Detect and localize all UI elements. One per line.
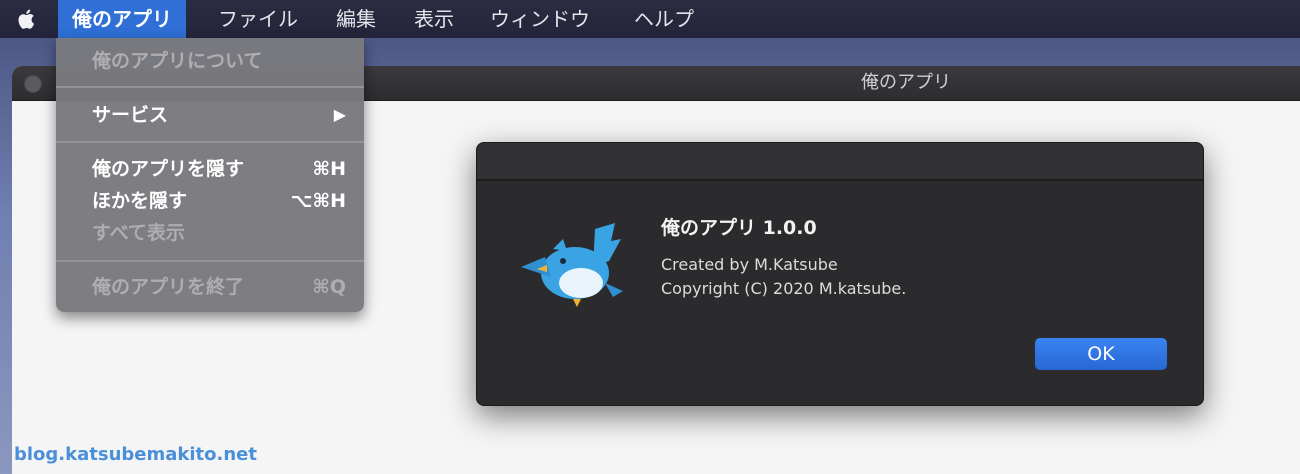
menu-help[interactable]: ヘルプ: [620, 0, 708, 38]
dialog-titlebar[interactable]: [477, 143, 1203, 181]
app-menu-dropdown: 俺のアプリについて サービス ▶ 俺のアプリを隠す ⌘H ほかを隠す ⌥⌘H す…: [56, 38, 364, 312]
submenu-arrow-icon: ▶: [333, 105, 346, 124]
about-dialog: 俺のアプリ 1.0.0 Created by M.Katsube Copyrig…: [476, 142, 1204, 406]
menu-view[interactable]: 表示: [400, 0, 468, 38]
menu-separator: [56, 86, 364, 88]
dialog-title: 俺のアプリ 1.0.0: [661, 217, 817, 239]
menu-window[interactable]: ウィンドウ: [476, 0, 604, 38]
menu-separator: [56, 141, 364, 143]
dialog-created-by: Created by M.Katsube: [661, 255, 838, 274]
menu-item-quit-label: 俺のアプリを終了: [92, 276, 245, 298]
menu-item-show-all-label: すべて表示: [92, 222, 185, 244]
menu-item-quit-shortcut: ⌘Q: [312, 276, 346, 298]
dialog-copyright: Copyright (C) 2020 M.katsube.: [661, 279, 907, 298]
menu-item-hide-app-label: 俺のアプリを隠す: [92, 158, 245, 180]
menu-item-hide-others-shortcut: ⌥⌘H: [290, 190, 346, 212]
watermark-text: blog.katsubemakito.net: [14, 444, 257, 465]
menu-file[interactable]: ファイル: [204, 0, 312, 38]
menu-item-services[interactable]: サービス ▶: [56, 100, 364, 130]
menu-item-services-label: サービス: [92, 104, 169, 126]
menu-item-about[interactable]: 俺のアプリについて: [56, 46, 364, 76]
menu-app[interactable]: 俺のアプリ: [58, 0, 186, 38]
menu-item-hide-app[interactable]: 俺のアプリを隠す ⌘H: [56, 154, 364, 184]
menu-item-about-label: 俺のアプリについて: [92, 50, 263, 72]
menu-item-hide-others-label: ほかを隠す: [92, 190, 188, 212]
menu-bar: 俺のアプリ ファイル 編集 表示 ウィンドウ ヘルプ: [0, 0, 1300, 38]
bird-icon: [521, 223, 623, 307]
menu-item-quit[interactable]: 俺のアプリを終了 ⌘Q: [56, 272, 364, 302]
ok-button[interactable]: OK: [1035, 338, 1167, 370]
menu-item-hide-others[interactable]: ほかを隠す ⌥⌘H: [56, 186, 364, 216]
menu-item-show-all[interactable]: すべて表示: [56, 218, 364, 248]
menu-separator: [56, 260, 364, 262]
menu-item-hide-app-shortcut: ⌘H: [312, 158, 346, 180]
menu-edit[interactable]: 編集: [322, 0, 390, 38]
apple-logo-icon[interactable]: [14, 6, 40, 32]
